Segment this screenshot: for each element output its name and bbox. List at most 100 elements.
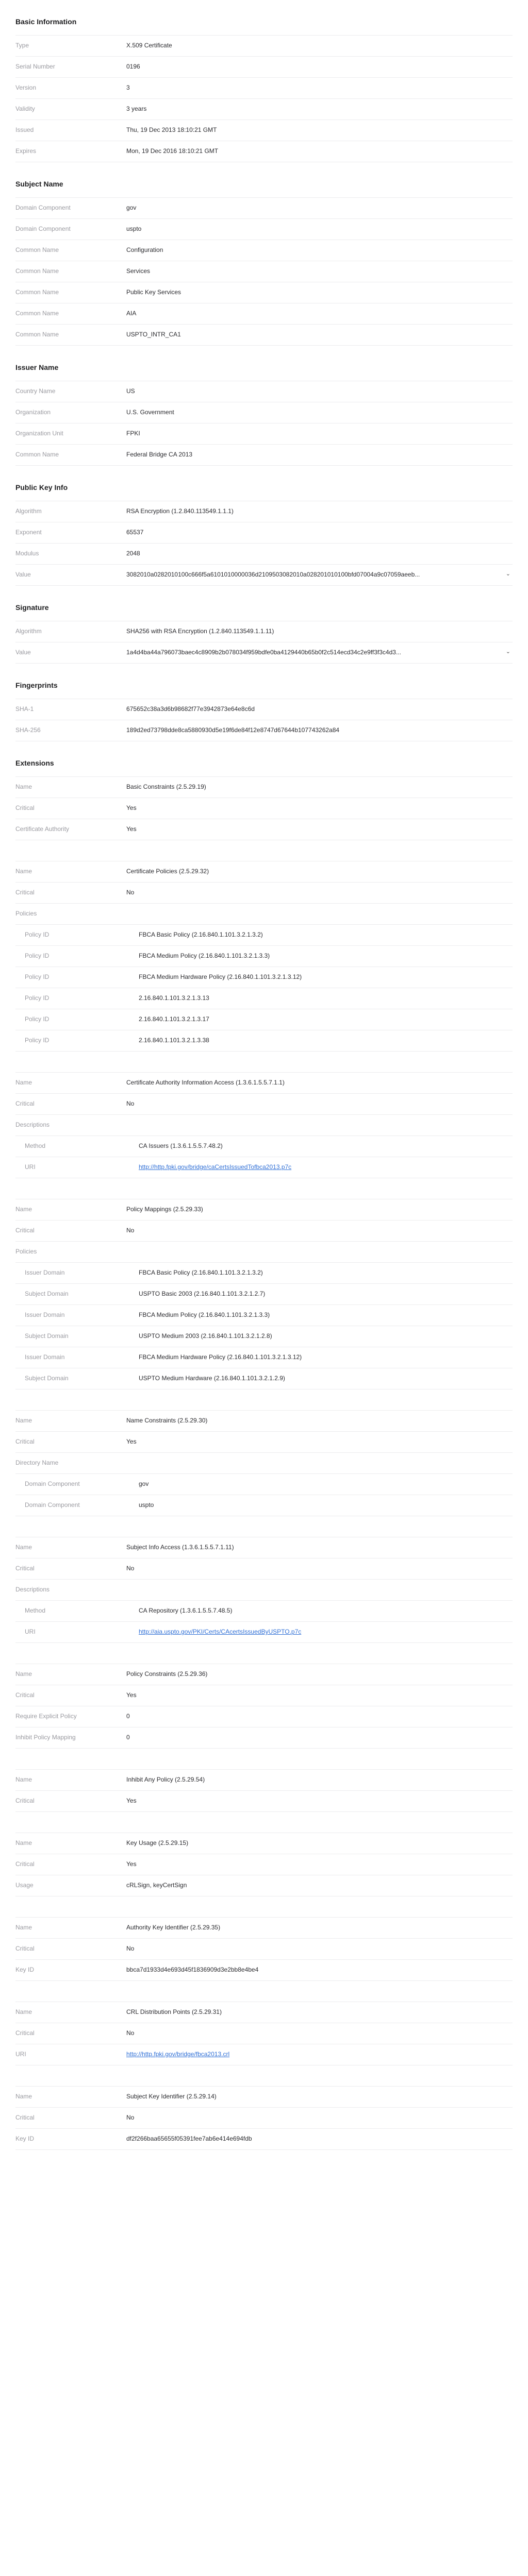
- uri-link[interactable]: http://aia.uspto.gov/PKI/Certs/CAcertsIs…: [139, 1628, 301, 1635]
- field-label: Require Explicit Policy: [15, 1713, 77, 1720]
- field-value: FBCA Medium Policy (2.16.840.1.101.3.2.1…: [139, 1311, 270, 1318]
- field-row: Name Policy Mappings (2.5.29.33): [15, 1199, 513, 1221]
- spacer: [15, 1516, 513, 1537]
- field-label: Critical: [15, 1565, 35, 1572]
- spacer: [15, 1812, 513, 1833]
- field-row: URI http://http.fpki.gov/bridge/fbca2013.…: [15, 2044, 513, 2065]
- field-label: SHA-256: [15, 726, 41, 734]
- field-label: Subject Domain: [25, 1332, 69, 1340]
- field-label: Policy ID: [25, 994, 50, 1002]
- spacer: [15, 2065, 513, 2087]
- spacer: [15, 1178, 513, 1199]
- field-row: Modulus 2048: [15, 544, 513, 565]
- field-value: 2.16.840.1.101.3.2.1.3.17: [139, 1015, 209, 1023]
- field-value: 1a4d4ba44a796073baec4c8909b2b078034f959b…: [126, 648, 510, 656]
- field-label: Name: [15, 1079, 32, 1086]
- field-value: RSA Encryption (1.2.840.113549.1.1.1): [126, 507, 234, 515]
- field-label: Name: [15, 1776, 32, 1783]
- field-label: Name: [15, 2093, 32, 2100]
- field-row: Critical No: [15, 1558, 513, 1580]
- field-label: Critical: [15, 1691, 35, 1699]
- field-row: Inhibit Policy Mapping 0: [15, 1727, 513, 1749]
- field-value: Yes: [126, 1438, 137, 1445]
- field-label: Name: [15, 868, 32, 875]
- field-value: uspto: [139, 1501, 154, 1509]
- field-value: Yes: [126, 1860, 137, 1868]
- group-label-row: Policies: [15, 1242, 513, 1263]
- field-label: Policy ID: [25, 973, 50, 980]
- expand-chevron-icon[interactable]: ⌄: [506, 648, 510, 655]
- field-value: 3082010a0282010100c666f5a6101010000036d2…: [126, 570, 510, 578]
- field-value: CA Issuers (1.3.6.1.5.5.7.48.2): [139, 1142, 223, 1149]
- spacer: [15, 1896, 513, 1918]
- group-label-row: Policies: [15, 904, 513, 925]
- field-label: Algorithm: [15, 628, 42, 635]
- field-label: Organization: [15, 409, 51, 416]
- field-label: Algorithm: [15, 507, 42, 515]
- field-row: Critical No: [15, 2108, 513, 2129]
- field-value: Thu, 19 Dec 2013 18:10:21 GMT: [126, 126, 217, 133]
- field-label: Common Name: [15, 310, 59, 317]
- field-row: Policy ID FBCA Medium Hardware Policy (2.…: [15, 967, 513, 988]
- field-row: Algorithm SHA256 with RSA Encryption (1.2…: [15, 621, 513, 642]
- field-label: Critical: [15, 2029, 35, 2037]
- field-label: Critical: [15, 1945, 35, 1952]
- section-title: Subject Name: [15, 162, 513, 198]
- field-row: Key ID df2f266baa65655f05391fee7ab6e414e6…: [15, 2129, 513, 2150]
- field-value: Yes: [126, 804, 137, 811]
- field-row: Policy ID FBCA Basic Policy (2.16.840.1.1…: [15, 925, 513, 946]
- field-row: Domain Component uspto: [15, 219, 513, 240]
- field-row: Issuer Domain FBCA Medium Hardware Policy…: [15, 1347, 513, 1368]
- field-label: Exponent: [15, 529, 42, 536]
- field-label: Common Name: [15, 331, 59, 338]
- field-value: Key Usage (2.5.29.15): [126, 1839, 189, 1846]
- group-label-row: Descriptions: [15, 1580, 513, 1601]
- uri-link[interactable]: http://http.fpki.gov/bridge/fbca2013.crl: [126, 2050, 229, 2058]
- field-row: Policy ID 2.16.840.1.101.3.2.1.3.38: [15, 1030, 513, 1052]
- section-title: Issuer Name: [15, 346, 513, 381]
- field-label: Common Name: [15, 246, 59, 253]
- field-label: URI: [15, 2050, 26, 2058]
- field-label: Issued: [15, 126, 34, 133]
- field-label: Critical: [15, 1438, 35, 1445]
- uri-link[interactable]: http://http.fpki.gov/bridge/caCertsIssue…: [139, 1163, 291, 1171]
- field-label: Critical: [15, 2114, 35, 2121]
- field-value: Name Constraints (2.5.29.30): [126, 1417, 208, 1424]
- field-value: 2048: [126, 550, 140, 557]
- field-row: Name Certificate Authority Information Ac…: [15, 1073, 513, 1094]
- field-row: URI http://http.fpki.gov/bridge/caCertsIs…: [15, 1157, 513, 1178]
- field-value: 3: [126, 84, 130, 91]
- field-label: Policy ID: [25, 931, 50, 938]
- field-value: Authority Key Identifier (2.5.29.35): [126, 1924, 221, 1931]
- field-value: Policy Mappings (2.5.29.33): [126, 1206, 203, 1213]
- field-row: Policy ID FBCA Medium Policy (2.16.840.1.…: [15, 946, 513, 967]
- field-row: Expires Mon, 19 Dec 2016 18:10:21 GMT: [15, 141, 513, 162]
- field-label: Subject Domain: [25, 1290, 69, 1297]
- field-row: Serial Number 0196: [15, 57, 513, 78]
- field-label: URI: [25, 1163, 36, 1171]
- field-row: Name CRL Distribution Points (2.5.29.31): [15, 2002, 513, 2023]
- field-label: Name: [15, 783, 32, 790]
- field-label: Critical: [15, 804, 35, 811]
- spacer: [15, 840, 513, 861]
- certificate-viewer: Basic Information Type X.509 Certificate Se…: [0, 0, 528, 2150]
- expand-chevron-icon[interactable]: ⌄: [506, 570, 510, 577]
- field-value: AIA: [126, 310, 137, 317]
- field-row: Subject Domain USPTO Medium Hardware (2.1…: [15, 1368, 513, 1389]
- field-label: Organization Unit: [15, 430, 63, 437]
- field-row: Organization U.S. Government: [15, 402, 513, 423]
- field-value: Inhibit Any Policy (2.5.29.54): [126, 1776, 205, 1783]
- section-title: Public Key Info: [15, 466, 513, 501]
- field-row: Name Subject Key Identifier (2.5.29.14): [15, 2087, 513, 2108]
- field-row: Domain Component gov: [15, 1474, 513, 1495]
- field-label: Name: [15, 1670, 32, 1677]
- field-label: Issuer Domain: [25, 1269, 65, 1276]
- field-value: http://http.fpki.gov/bridge/fbca2013.crl: [126, 2044, 513, 2058]
- field-value: df2f266baa65655f05391fee7ab6e414e694fdb: [126, 2135, 252, 2142]
- field-value: USPTO Medium 2003 (2.16.840.1.101.3.2.1.…: [139, 1332, 272, 1340]
- field-row: Common Name Configuration: [15, 240, 513, 261]
- spacer: [15, 1389, 513, 1411]
- field-label: Value: [15, 571, 31, 578]
- field-label: Name: [15, 2008, 32, 2015]
- field-label: Critical: [15, 889, 35, 896]
